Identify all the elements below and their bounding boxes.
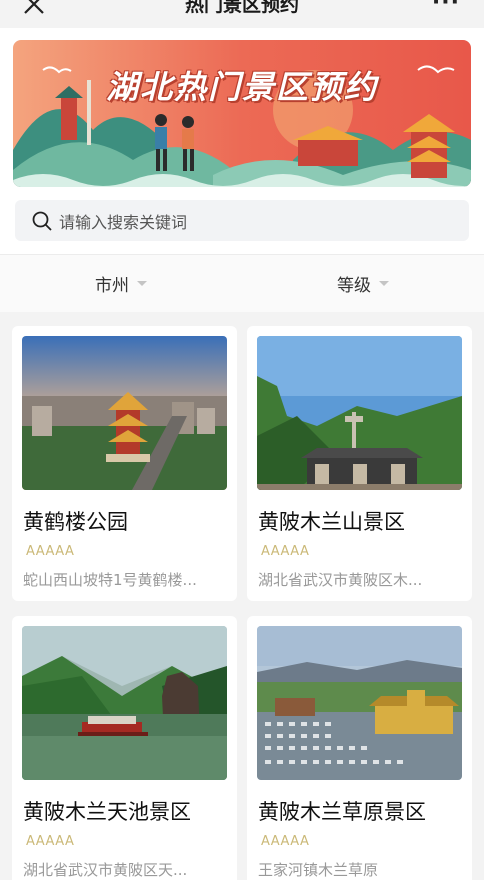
- filter-city-label: 市州: [95, 276, 129, 296]
- spot-address: 蛇山西山坡特1号黄鹤楼...: [23, 571, 197, 589]
- spot-image: [22, 336, 227, 490]
- spot-name: 黄陂木兰草原景区: [258, 800, 426, 824]
- banner[interactable]: 湖北热门景区预约: [13, 40, 471, 187]
- spot-name: 黄陂木兰天池景区: [23, 800, 191, 824]
- more-icon[interactable]: ···: [432, 0, 460, 15]
- spot-name: 黄鹤楼公园: [23, 510, 128, 534]
- banner-title: 湖北热门景区预约: [105, 68, 378, 106]
- spot-card[interactable]: 黄陂木兰山景区 AAAAA 湖北省武汉市黄陂区木...: [247, 326, 472, 601]
- spot-image: [257, 626, 462, 780]
- filter-level-label: 等级: [337, 276, 371, 296]
- header-section: 湖北热门景区预约 请输入搜索关键词: [0, 28, 484, 254]
- spot-level: AAAAA: [26, 834, 75, 849]
- caret-down-icon: [379, 281, 389, 286]
- search-input[interactable]: 请输入搜索关键词: [15, 200, 469, 241]
- caret-down-icon: [137, 281, 147, 286]
- spot-level: AAAAA: [26, 544, 75, 559]
- spot-card[interactable]: 黄陂木兰天池景区 AAAAA 湖北省武汉市黄陂区天...: [12, 616, 237, 880]
- nav-bar: 热门景区预约 ···: [0, 0, 484, 28]
- spot-address: 湖北省武汉市黄陂区木...: [258, 571, 423, 589]
- spot-level: AAAAA: [261, 544, 310, 559]
- spot-level: AAAAA: [261, 834, 310, 849]
- spot-image: [22, 626, 227, 780]
- search-placeholder: 请输入搜索关键词: [59, 212, 188, 232]
- filter-city[interactable]: 市州: [0, 255, 242, 312]
- page-title: 热门景区预约: [184, 0, 299, 16]
- spot-name: 黄陂木兰山景区: [258, 510, 405, 534]
- filter-bar: 市州 等级: [0, 254, 484, 312]
- spot-address: 湖北省武汉市黄陂区天...: [23, 861, 188, 879]
- filter-level[interactable]: 等级: [242, 255, 484, 312]
- spot-address: 王家河镇木兰草原: [258, 861, 379, 879]
- spot-image: [257, 336, 462, 490]
- spot-card[interactable]: 黄鹤楼公园 AAAAA 蛇山西山坡特1号黄鹤楼...: [12, 326, 237, 601]
- search-icon: [32, 211, 52, 231]
- spot-card[interactable]: 黄陂木兰草原景区 AAAAA 王家河镇木兰草原: [247, 616, 472, 880]
